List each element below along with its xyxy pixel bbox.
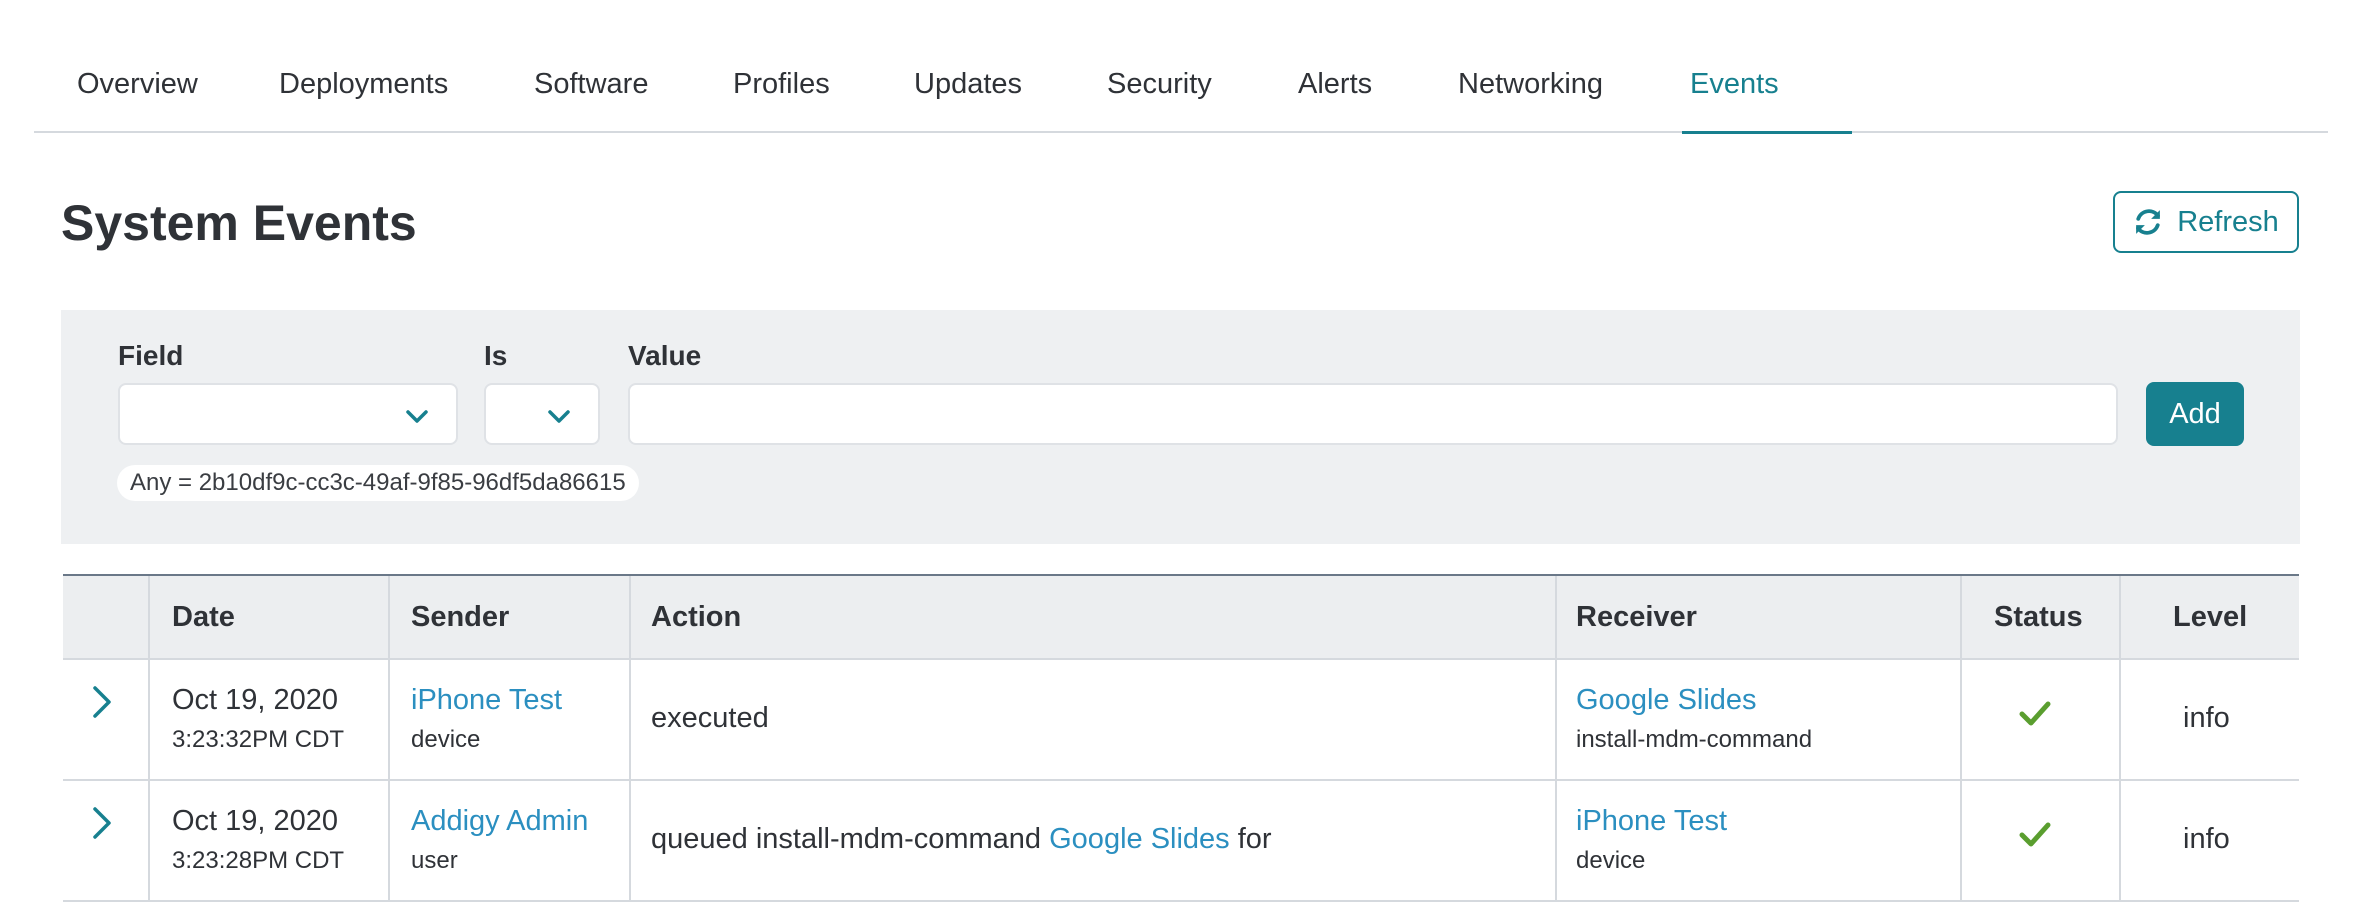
page-title: System Events (61, 195, 417, 251)
column-header-sender[interactable]: Sender (411, 576, 509, 658)
sender-type: user (411, 847, 458, 874)
field-select[interactable] (118, 383, 458, 445)
event-level: info (2183, 823, 2230, 855)
tab-events[interactable]: Events (1690, 64, 1779, 104)
chevron-right-icon[interactable] (87, 805, 117, 841)
refresh-icon (2136, 209, 2161, 235)
receiver-type: device (1576, 847, 1646, 874)
event-date: Oct 19, 2020 (172, 684, 339, 716)
table-header: Date Sender Action Receiver Status Level (63, 576, 2299, 660)
tab-software[interactable]: Software (534, 64, 648, 104)
column-header-level[interactable]: Level (2173, 576, 2247, 658)
tab-updates[interactable]: Updates (914, 64, 1022, 104)
sender-type: device (411, 726, 481, 753)
event-action: executed (651, 702, 769, 734)
tab-security[interactable]: Security (1107, 64, 1212, 104)
success-check-icon (2019, 822, 2051, 847)
add-filter-button[interactable]: Add (2146, 382, 2244, 446)
action-link[interactable]: Google Slides (1049, 823, 1230, 855)
event-time: 3:23:28PM CDT (172, 847, 345, 874)
active-filter-chip[interactable]: Any = 2b10df9c-cc3c-49af-9f85-96df5da866… (117, 465, 639, 501)
filter-panel: Field Is Value Add Any = 2b10df9c-cc3c-4… (61, 310, 2300, 544)
event-date: Oct 19, 2020 (172, 805, 339, 837)
value-input[interactable] (628, 383, 2118, 445)
active-tab-indicator (1682, 131, 1852, 134)
sender-link[interactable]: Addigy Admin (411, 805, 588, 838)
events-table: Date Sender Action Receiver Status Level… (63, 574, 2299, 902)
is-label: Is (484, 340, 508, 371)
tab-overview[interactable]: Overview (77, 64, 198, 104)
event-level: info (2183, 702, 2230, 734)
action-text: queued install-mdm-command (651, 823, 1042, 855)
receiver-link[interactable]: iPhone Test (1576, 805, 1727, 838)
field-label: Field (118, 340, 184, 371)
chevron-down-icon (406, 410, 428, 423)
chevron-down-icon (548, 410, 570, 423)
receiver-type: install-mdm-command (1576, 726, 1813, 753)
tab-bar: Overview Deployments Software Profiles U… (34, 0, 2328, 134)
event-time: 3:23:32PM CDT (172, 726, 345, 753)
sender-link[interactable]: iPhone Test (411, 684, 562, 717)
action-suffix: for (1237, 823, 1272, 855)
value-label: Value (628, 340, 702, 371)
chevron-right-icon[interactable] (87, 684, 117, 720)
table-row[interactable]: Oct 19, 2020 3:23:28PM CDT Addigy Admin … (63, 781, 2299, 902)
success-check-icon (2019, 701, 2051, 726)
refresh-label: Refresh (2177, 205, 2279, 238)
refresh-button[interactable]: Refresh (2113, 191, 2299, 253)
column-header-date[interactable]: Date (172, 576, 235, 658)
event-action: queued install-mdm-command Google Slides… (651, 823, 1272, 856)
tab-deployments[interactable]: Deployments (279, 64, 448, 104)
receiver-link[interactable]: Google Slides (1576, 684, 1757, 717)
column-header-receiver[interactable]: Receiver (1576, 576, 1697, 658)
column-header-status[interactable]: Status (1994, 576, 2083, 658)
table-row[interactable]: Oct 19, 2020 3:23:32PM CDT iPhone Test d… (63, 660, 2299, 781)
column-header-action[interactable]: Action (651, 576, 741, 658)
is-select[interactable] (484, 383, 600, 445)
tab-profiles[interactable]: Profiles (733, 64, 830, 104)
tab-networking[interactable]: Networking (1458, 64, 1603, 104)
tab-alerts[interactable]: Alerts (1298, 64, 1372, 104)
